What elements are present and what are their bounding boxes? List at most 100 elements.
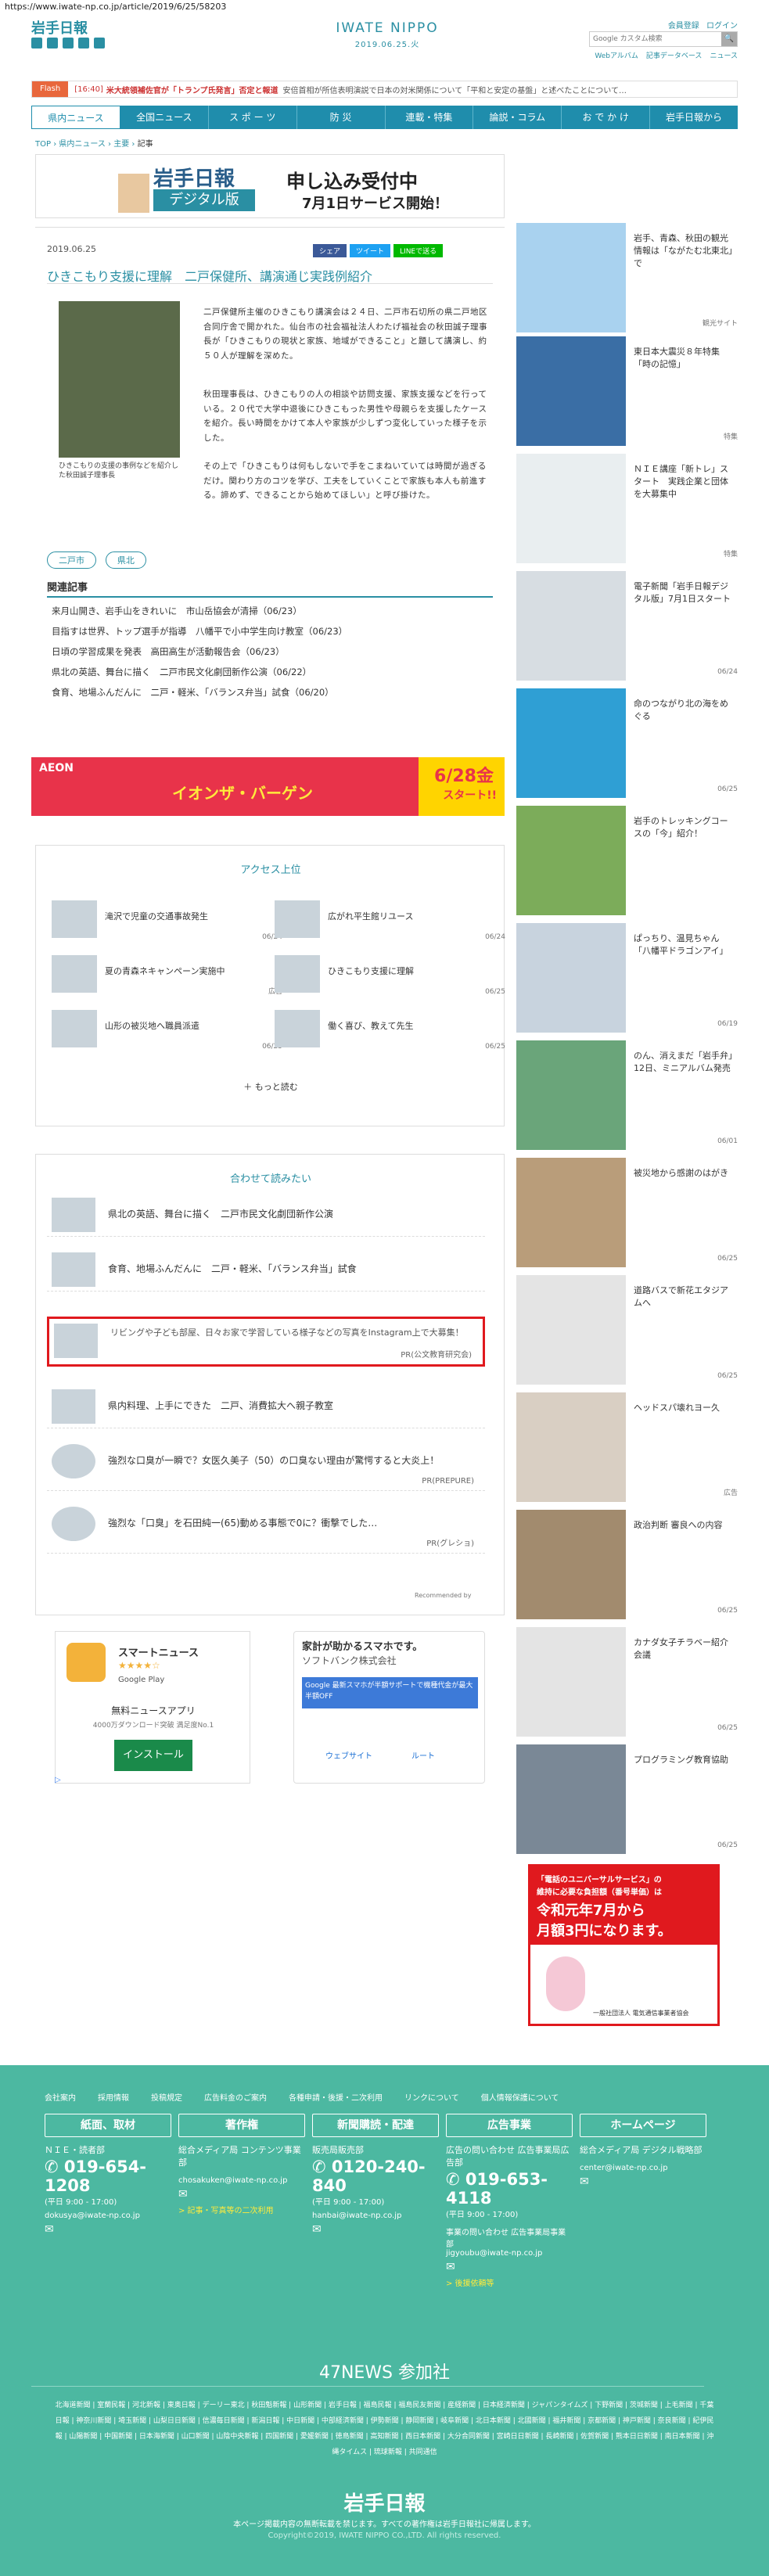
reuse-link[interactable]: > 記事・写真等の二次利用 — [178, 2204, 305, 2215]
facebook-icon[interactable] — [47, 38, 58, 49]
footer-phone[interactable]: 019-654-1208 — [45, 2157, 146, 2195]
related-item[interactable]: 来月山開き、岩手山をきれいに 市山岳協会が清掃（06/23） — [47, 601, 493, 621]
footer-link[interactable]: リンクについて — [404, 2091, 459, 2103]
recommend-item[interactable]: 強烈な口臭が一瞬で？女医久美子（50）の口臭ない理由が驚愕すると大炎上！ PR(P… — [47, 1439, 485, 1491]
crumb-local[interactable]: 県内ニュース — [59, 140, 106, 149]
ranking-item[interactable]: 山形の被災地へ職員派遣 06/25 — [52, 1010, 282, 1057]
side-item[interactable]: プログラミング教育協助 06/25 — [516, 1744, 738, 1854]
more-button[interactable]: ＋ もっと読む — [36, 1080, 505, 1093]
footer-email[interactable]: hanbai@iwate-np.co.jp — [312, 2211, 439, 2220]
nav-disaster[interactable]: 防 災 — [297, 106, 386, 129]
database-link[interactable]: 記事データベース — [646, 50, 703, 60]
address-bar[interactable]: https://www.iwate-np.co.jp/article/2019/… — [0, 0, 769, 16]
mail-icon[interactable]: ✉ — [45, 2223, 171, 2236]
footer-links: 会社案内 採用情報 投稿規定 広告料金のご案内 各種申請・後援・二次利用 リンク… — [45, 2091, 559, 2103]
youtube-icon[interactable] — [63, 38, 74, 49]
related-item[interactable]: 日頃の学習成果を発表 高田高生が活動報告会（06/23） — [47, 641, 493, 662]
tag-kenpoku[interactable]: 県北 — [105, 551, 146, 569]
footer-email[interactable]: jigyoubu@iwate-np.co.jp — [446, 2249, 573, 2258]
register-link[interactable]: 会員登録 — [668, 22, 699, 31]
footer-email[interactable]: dokusya@iwate-np.co.jp — [45, 2211, 171, 2220]
website-button[interactable]: ウェブサイト — [325, 1749, 372, 1761]
mail-icon[interactable]: ✉ — [178, 2188, 305, 2201]
flash-headline[interactable]: 米大統領補佐官が「トランプ氏発言」否定と報道 — [106, 84, 278, 95]
recommend-item[interactable]: 県内料理、上手にできた 二戸、消費拡大へ親子教室 — [47, 1385, 485, 1428]
related-item[interactable]: 県北の英語、舞台に描く 二戸市民文化劇団新作公演（06/22） — [47, 662, 493, 682]
footer-email[interactable]: center@iwate-np.co.jp — [580, 2164, 706, 2172]
header-logo[interactable]: 岩手日報 — [31, 17, 88, 38]
related-item[interactable]: 目指すは世界、トップ選手が指導 八幡平で小中学生向け教室（06/23） — [47, 621, 493, 641]
aeon-ad[interactable]: AEON イオンザ・バーゲン 6/28金 スタート!! — [31, 757, 505, 816]
footer-link[interactable]: 各種申請・後援・二次利用 — [289, 2091, 383, 2103]
ranking-item[interactable]: ひきこもり支援に理解 06/25 — [275, 955, 505, 1002]
ranking-item[interactable]: 滝沢で児童の交通事故発生 06/24 — [52, 900, 282, 947]
crumb-top[interactable]: TOP — [35, 140, 51, 149]
side-item[interactable]: 岩手のトレッキングコースの「今」紹介！ — [516, 806, 738, 915]
facebook-share-button[interactable]: シェア — [313, 244, 347, 257]
news-link[interactable]: ニュース — [710, 50, 738, 60]
side-item[interactable]: 東日本大震災８年特集「時の記憶」 特集 — [516, 336, 738, 446]
side-item[interactable]: ヘッドスパ壊れヨー久 広告 — [516, 1392, 738, 1502]
article-photo[interactable] — [59, 301, 180, 458]
nav-local[interactable]: 県内ニュース — [31, 106, 120, 129]
footer-email[interactable]: chosakuken@iwate-np.co.jp — [178, 2176, 305, 2185]
footer-phone[interactable]: 0120-240-840 — [312, 2157, 426, 2195]
search-icon[interactable]: 🔍 — [721, 32, 737, 46]
side-item[interactable]: ＮＩＥ講座「新トレ」スタート 実践企業と団体を大募集中 特集 — [516, 454, 738, 563]
flash-news-bar[interactable]: Flash [16:40] 米大統領補佐官が「トランプ氏発言」否定と報道 安倍首… — [31, 81, 738, 98]
footer-phone[interactable]: 019-653-4118 — [446, 2170, 548, 2208]
side-item[interactable]: 政治判断 審良への内容 06/25 — [516, 1510, 738, 1619]
nav-from-nippo[interactable]: 岩手日報から — [650, 106, 738, 129]
instagram-icon[interactable] — [94, 38, 105, 49]
side-item[interactable]: カナダ女子チラベー紹介会議 06/25 — [516, 1627, 738, 1737]
recommend-item[interactable]: 県北の英語、舞台に描く 二戸市民文化劇団新作公演 — [47, 1193, 485, 1237]
digital-banner[interactable]: 岩手日報 デジタル版 申し込み受付中 7月1日サービス開始！ — [35, 154, 505, 218]
mail-icon[interactable]: ✉ — [312, 2223, 439, 2236]
member-papers[interactable]: 北海道新聞 | 室蘭民報 | 河北新報 | 東奥日報 | デーリー東北 | 秋田… — [55, 2398, 714, 2460]
related-item[interactable]: 食育、地場ふんだんに 二戸・軽米、「バランス弁当」試食（06/20） — [47, 682, 493, 702]
nav-outing[interactable]: お で か け — [562, 106, 651, 129]
smartnews-ad[interactable]: スマートニュース ★★★★☆ Google Play 無料ニュースアプリ 400… — [55, 1631, 250, 1784]
mail-icon[interactable]: ✉ — [580, 2175, 706, 2188]
side-item[interactable]: 電子新聞「岩手日報デジタル版」7月1日スタート 06/24 — [516, 571, 738, 681]
login-link[interactable]: ログイン — [706, 22, 738, 31]
recommend-item[interactable]: 強烈な「口臭」を石田純一(65)動める事態で0に？衝撃でした… PR(グレショ) — [47, 1502, 485, 1554]
ranking-item[interactable]: 夏の青森ネキャンペーン実施中広告 — [52, 955, 282, 1002]
tweet-button[interactable]: ツイート — [350, 244, 391, 257]
route-button[interactable]: ルート — [411, 1749, 435, 1761]
twitter-icon[interactable] — [31, 38, 42, 49]
tag-ninohe[interactable]: 二戸市 — [47, 551, 96, 569]
side-item[interactable]: 被災地から感謝のはがき 06/25 — [516, 1158, 738, 1267]
recommend-item[interactable]: 食育、地場ふんだんに 二戸・軽米、「バランス弁当」試食 — [47, 1248, 485, 1292]
line-icon[interactable] — [78, 38, 89, 49]
nav-national[interactable]: 全国ニュース — [120, 106, 209, 129]
softbank-ad[interactable]: 家計が助かるスマホです。 ソフトバンク株式会社 Google 最新スマホが半額サ… — [293, 1631, 485, 1784]
line-share-button[interactable]: LINEで送る — [393, 244, 444, 257]
mail-icon[interactable]: ✉ — [446, 2261, 573, 2273]
footer-link[interactable]: 個人情報保護について — [481, 2091, 559, 2103]
side-item[interactable]: のん、消えまだ「岩手弁」 12日、ミニアルバム発売 06/01 — [516, 1040, 742, 1150]
nav-opinion[interactable]: 論説・コラム — [473, 106, 562, 129]
search-input[interactable] — [590, 32, 721, 46]
footer-logo[interactable]: 岩手日報 — [0, 2488, 769, 2517]
telecom-ad[interactable]: 「電話のユニバーサルサービス」の 維持に必要な負担額（番号単価）は 令和元年7月… — [528, 1864, 720, 2026]
web-album-link[interactable]: Webアルバム — [595, 50, 638, 60]
ranking-item[interactable]: 働く喜び、教えて先生 06/25 — [275, 1010, 505, 1057]
side-item[interactable]: ぱっちり、温見ちゃん「八幡平ドラゴンアイ」 06/19 — [516, 923, 738, 1033]
side-item[interactable]: 道路バスで新花エタジアムへ 06/25 — [516, 1275, 738, 1385]
ranking-item[interactable]: 広がれ平生館リユース 06/24 — [275, 900, 505, 947]
adchoices-icon[interactable]: ▷ — [55, 1776, 61, 1784]
install-button[interactable]: インストール — [114, 1740, 192, 1771]
nav-series[interactable]: 連載・特集 — [386, 106, 474, 129]
support-link[interactable]: > 後援依頼等 — [446, 2276, 573, 2288]
side-item[interactable]: 岩手、青森、秋田の観光情報は「ながたむ北東北」で 観光サイト — [516, 223, 738, 332]
recommend-item-highlighted[interactable]: リビングや子ども部屋、日々お家で学習している様子などの写真をInstagram上… — [47, 1317, 485, 1367]
header-logo-en[interactable]: IWATE NIPPO — [329, 20, 446, 36]
footer-link[interactable]: 投稿規定 — [151, 2091, 182, 2103]
footer-link[interactable]: 採用情報 — [98, 2091, 129, 2103]
footer-link[interactable]: 広告料金のご案内 — [204, 2091, 267, 2103]
side-item[interactable]: 命のつながり北の海をめぐる 06/25 — [516, 688, 738, 798]
nav-sports[interactable]: ス ポ ー ツ — [209, 106, 297, 129]
crumb-main[interactable]: 主要 — [113, 140, 129, 149]
footer-link[interactable]: 会社案内 — [45, 2091, 76, 2103]
